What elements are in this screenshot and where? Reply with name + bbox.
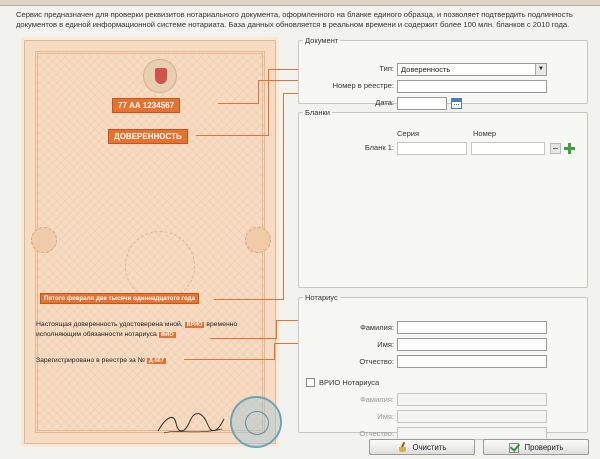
vrio-checkbox[interactable]: [306, 378, 315, 387]
connector-line: [276, 320, 298, 321]
connector-line: [276, 320, 277, 338]
type-label: Тип:: [379, 64, 394, 73]
notary-legend: Нотариус: [305, 293, 338, 302]
vrio-checkbox-label[interactable]: ВРИО Нотариуса: [319, 378, 379, 387]
document-fieldset: Документ Тип: Доверенность ▼ Номер в рее…: [298, 36, 588, 110]
patronymic-label: Отчество:: [359, 357, 394, 366]
name-input[interactable]: [397, 338, 547, 351]
connector-line: [184, 359, 275, 360]
connector-line: [214, 299, 284, 300]
connector-line: [268, 69, 298, 70]
series-column-header: Серия: [397, 129, 420, 138]
registry-text-label: Зарегистрировано в реестре за №: [36, 357, 145, 364]
document-legend: Документ: [305, 36, 339, 45]
chevron-down-icon[interactable]: ▼: [535, 64, 546, 75]
connector-line: [283, 93, 284, 299]
vrio-surname-input[interactable]: [397, 393, 547, 406]
blank-1-label: Бланк 1:: [364, 143, 394, 152]
connector-line: [258, 80, 259, 104]
connector-line: [283, 93, 298, 94]
cert-text-3: исполняющим обязанности нотариуса: [36, 331, 157, 338]
registry-number-tag: Д-567: [146, 358, 166, 364]
checkmark-icon: [508, 442, 520, 453]
cert-vrio-tag: ВРИО: [184, 322, 205, 328]
blank-series-input[interactable]: [397, 142, 467, 155]
notary-fieldset: Нотариус Фамилия: Имя: Отчество: ВРИО Но…: [298, 293, 588, 440]
coat-of-arms-icon: [143, 59, 177, 93]
top-bar: [0, 0, 600, 6]
clear-button[interactable]: Очистить: [369, 439, 475, 455]
rosette-left-icon: [31, 227, 57, 253]
connector-line: [274, 343, 298, 344]
connector-line: [268, 69, 269, 135]
connector-line: [210, 338, 277, 339]
watermark-emblem: [125, 231, 195, 301]
check-button-label: Проверить: [524, 442, 564, 452]
date-text-tag: Пятого февраля две тысячи одиннадцатого …: [40, 293, 200, 304]
vrio-patronymic-label: Отчество:: [359, 429, 394, 438]
connector-line: [274, 343, 275, 359]
connector-line: [196, 135, 269, 136]
vrio-name-label: Имя:: [377, 412, 394, 421]
name-label: Имя:: [377, 340, 394, 349]
vrio-surname-label: Фамилия:: [360, 395, 394, 404]
surname-input[interactable]: [397, 321, 547, 334]
doc-type-tag: ДОВЕРЕННОСТЬ: [108, 129, 188, 144]
blanks-legend: Бланки: [305, 108, 330, 117]
check-button[interactable]: Проверить: [483, 439, 589, 455]
cert-text-1: Настоящая доверенность удостоверена мной…: [36, 321, 183, 328]
blanks-fieldset: Бланки Серия Номер Бланк 1:: [298, 108, 588, 288]
cert-name-tag: ФИО: [158, 332, 176, 338]
remove-blank-button[interactable]: [550, 143, 561, 154]
broom-icon: [398, 442, 408, 452]
clear-button-label: Очистить: [412, 442, 447, 452]
type-select-value: Доверенность: [401, 65, 451, 74]
blank-number-tag: 77 АА 1234567: [112, 98, 181, 113]
registry-number-input[interactable]: [397, 80, 547, 93]
connector-line: [218, 103, 259, 104]
certification-text: Настоящая доверенность удостоверена мной…: [36, 320, 276, 340]
patronymic-input[interactable]: [397, 355, 547, 368]
add-blank-icon[interactable]: [564, 143, 575, 154]
surname-label: Фамилия:: [360, 323, 394, 332]
registry-text: Зарегистрировано в реестре за № Д-567: [36, 356, 166, 366]
vrio-name-input[interactable]: [397, 410, 547, 423]
registry-number-label: Номер в реестре:: [332, 81, 394, 90]
cert-text-2: временно: [206, 321, 238, 328]
intro-text: Сервис предназначен для проверки реквизи…: [16, 10, 573, 29]
connector-line: [258, 80, 298, 81]
notary-seal-icon: [230, 396, 282, 448]
date-label: Дата:: [375, 98, 394, 107]
number-column-header: Номер: [473, 129, 497, 138]
blank-number-input[interactable]: [471, 142, 545, 155]
sample-document-image: 77 АА 1234567 ДОВЕРЕННОСТЬ Пятого феврал…: [6, 36, 288, 452]
signature-icon: [157, 412, 225, 434]
rosette-right-icon: [245, 227, 271, 253]
type-select[interactable]: Доверенность ▼: [397, 63, 547, 76]
